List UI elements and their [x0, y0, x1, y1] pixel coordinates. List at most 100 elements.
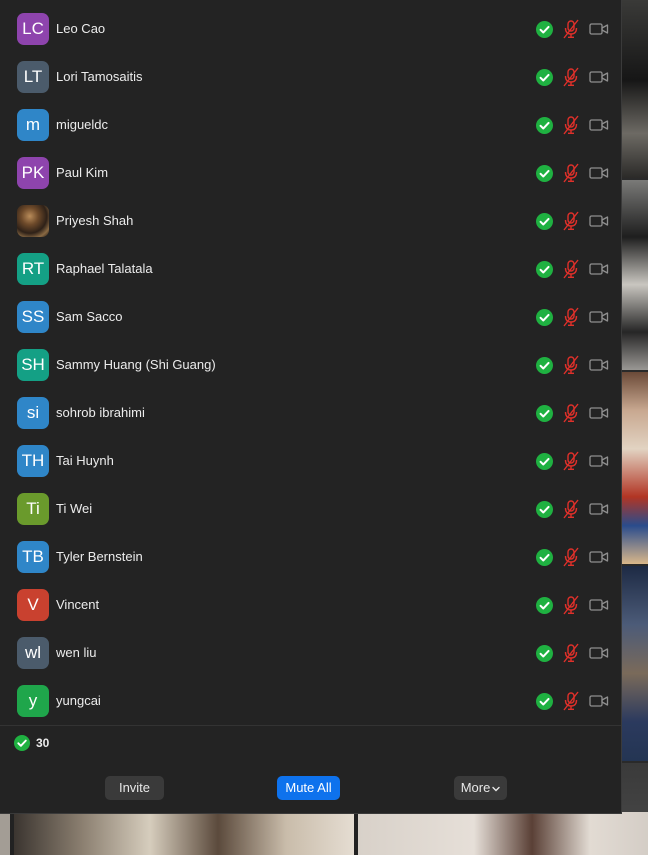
mute-all-button[interactable]: Mute All [277, 776, 340, 800]
camera-off-icon[interactable] [589, 694, 609, 708]
camera-off-icon[interactable] [589, 598, 609, 612]
reaction-count: 30 [36, 736, 50, 750]
participant-name: Lori Tamosaitis [56, 69, 143, 84]
avatar: PK [17, 157, 49, 189]
camera-off-icon[interactable] [589, 310, 609, 324]
participant-name: Priyesh Shah [56, 213, 134, 228]
participant-name: Leo Cao [56, 21, 106, 36]
camera-off-icon[interactable] [589, 118, 609, 132]
check-circle-icon [536, 117, 553, 134]
more-button[interactable]: More [454, 776, 507, 800]
avatar [17, 205, 49, 237]
mic-muted-icon[interactable] [562, 163, 580, 183]
mic-muted-icon[interactable] [562, 547, 580, 567]
participant-row[interactable]: LT Lori Tamosaitis [0, 53, 621, 101]
camera-off-icon[interactable] [589, 214, 609, 228]
participant-name: Ti Wei [56, 501, 93, 516]
participant-row[interactable]: TH Tai Huynh [0, 437, 621, 485]
participants-panel: LC Leo Cao LT Lori Tamosaitis m migueldc PK Pau… [0, 0, 622, 814]
participant-row[interactable]: Priyesh Shah [0, 197, 621, 245]
participant-row[interactable]: SH Sammy Huang (Shi Guang) [0, 341, 621, 389]
participant-name: wen liu [56, 645, 97, 660]
check-circle-icon [536, 21, 553, 38]
avatar: Ti [17, 493, 49, 525]
participant-row[interactable]: m migueldc [0, 101, 621, 149]
mic-muted-icon[interactable] [562, 691, 580, 711]
background-video-strip-bottom [0, 812, 648, 855]
mic-muted-icon[interactable] [562, 19, 580, 39]
participant-name: Sam Sacco [56, 309, 123, 324]
participant-name: Raphael Talatala [56, 261, 153, 276]
participant-row[interactable]: wl wen liu [0, 629, 621, 677]
mic-muted-icon[interactable] [562, 451, 580, 471]
invite-button[interactable]: Invite [105, 776, 164, 800]
mic-muted-icon[interactable] [562, 211, 580, 231]
video-tile [622, 0, 648, 178]
check-circle-icon [536, 453, 553, 470]
more-button-label: More [460, 780, 491, 795]
camera-off-icon[interactable] [589, 22, 609, 36]
participant-list: LC Leo Cao LT Lori Tamosaitis m migueldc PK Pau… [0, 5, 621, 725]
camera-off-icon[interactable] [589, 406, 609, 420]
avatar: y [17, 685, 49, 717]
participant-name: Paul Kim [56, 165, 109, 180]
check-circle-icon [536, 261, 553, 278]
participant-name: migueldc [56, 117, 109, 132]
avatar: SH [17, 349, 49, 381]
check-circle-icon [536, 69, 553, 86]
camera-off-icon[interactable] [589, 70, 609, 84]
background-video-strip-right [622, 0, 648, 855]
mic-muted-icon[interactable] [562, 643, 580, 663]
avatar: V [17, 589, 49, 621]
participant-name: sohrob ibrahimi [56, 405, 145, 420]
camera-off-icon[interactable] [589, 262, 609, 276]
mic-muted-icon[interactable] [562, 403, 580, 423]
check-circle-icon [14, 735, 30, 751]
check-circle-icon [536, 597, 553, 614]
mic-muted-icon[interactable] [562, 259, 580, 279]
mic-muted-icon[interactable] [562, 355, 580, 375]
camera-off-icon[interactable] [589, 550, 609, 564]
participant-name: Tai Huynh [56, 453, 114, 468]
participant-row[interactable]: SS Sam Sacco [0, 293, 621, 341]
divider [0, 725, 621, 726]
avatar: RT [17, 253, 49, 285]
participant-row[interactable]: PK Paul Kim [0, 149, 621, 197]
participant-row[interactable]: V Vincent [0, 581, 621, 629]
avatar: SS [17, 301, 49, 333]
participant-row[interactable]: si sohrob ibrahimi [0, 389, 621, 437]
avatar: TH [17, 445, 49, 477]
check-circle-icon [536, 501, 553, 518]
mic-muted-icon[interactable] [562, 307, 580, 327]
participant-row[interactable]: LC Leo Cao [0, 5, 621, 53]
camera-off-icon[interactable] [589, 166, 609, 180]
participant-row[interactable]: y yungcai [0, 677, 621, 725]
video-tile [622, 372, 648, 564]
mic-muted-icon[interactable] [562, 595, 580, 615]
participant-name: Sammy Huang (Shi Guang) [56, 357, 216, 372]
check-circle-icon [536, 309, 553, 326]
video-tile [622, 566, 648, 761]
participant-row[interactable]: Ti Ti Wei [0, 485, 621, 533]
avatar: m [17, 109, 49, 141]
participant-row[interactable]: TB Tyler Bernstein [0, 533, 621, 581]
avatar: si [17, 397, 49, 429]
camera-off-icon[interactable] [589, 358, 609, 372]
video-tile [622, 180, 648, 370]
avatar: wl [17, 637, 49, 669]
mic-muted-icon[interactable] [562, 115, 580, 135]
avatar: TB [17, 541, 49, 573]
check-circle-icon [536, 357, 553, 374]
avatar: LT [17, 61, 49, 93]
mic-muted-icon[interactable] [562, 67, 580, 87]
participant-row[interactable]: RT Raphael Talatala [0, 245, 621, 293]
check-circle-icon [536, 645, 553, 662]
check-circle-icon [536, 549, 553, 566]
participant-name: Tyler Bernstein [56, 549, 143, 564]
camera-off-icon[interactable] [589, 502, 609, 516]
check-circle-icon [536, 213, 553, 230]
camera-off-icon[interactable] [589, 454, 609, 468]
check-circle-icon [536, 165, 553, 182]
mic-muted-icon[interactable] [562, 499, 580, 519]
camera-off-icon[interactable] [589, 646, 609, 660]
